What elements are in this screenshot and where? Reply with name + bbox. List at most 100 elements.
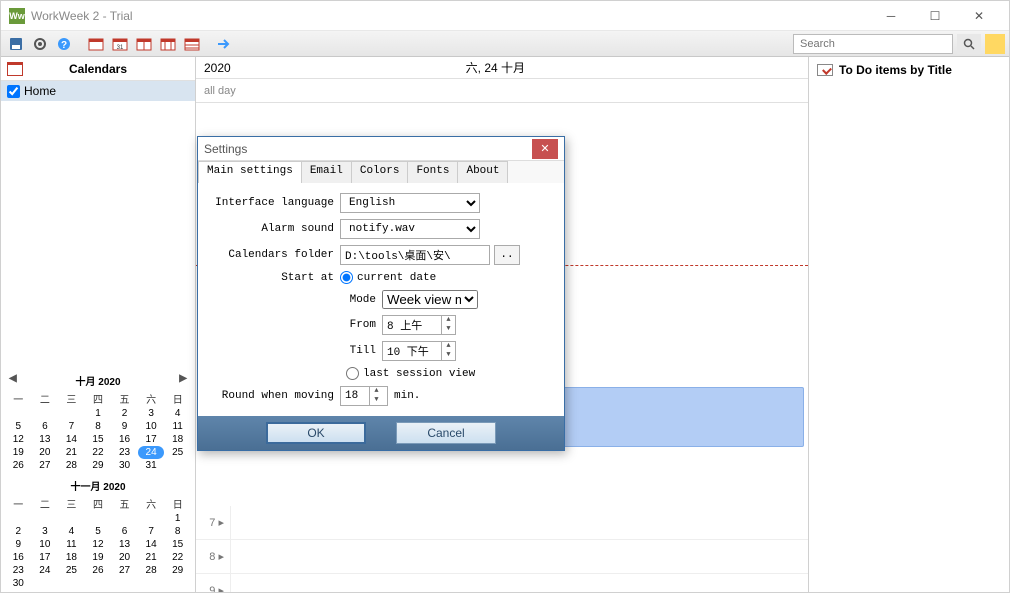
hour-row[interactable]: 9 ▸ xyxy=(196,574,808,592)
round-up[interactable]: ▲ xyxy=(370,387,383,396)
day-cell[interactable]: 23 xyxy=(111,446,138,459)
day-cell[interactable]: 30 xyxy=(111,459,138,472)
tab-colors[interactable]: Colors xyxy=(351,161,409,183)
day-cell[interactable]: 27 xyxy=(32,459,59,472)
day-cell[interactable] xyxy=(111,512,138,525)
day-cell[interactable]: 29 xyxy=(164,564,191,577)
day-cell[interactable]: 9 xyxy=(5,538,32,551)
mode-select[interactable]: Week view mo xyxy=(382,290,478,309)
current-date-radio[interactable] xyxy=(340,271,353,284)
hour-row[interactable]: 8 ▸ xyxy=(196,540,808,574)
day-cell[interactable]: 28 xyxy=(58,459,85,472)
day-cell[interactable] xyxy=(138,512,165,525)
day-cell[interactable]: 12 xyxy=(85,538,112,551)
day-cell[interactable] xyxy=(58,577,85,590)
day-cell[interactable] xyxy=(85,577,112,590)
tab-fonts[interactable]: Fonts xyxy=(407,161,458,183)
day-cell[interactable]: 12 xyxy=(5,433,32,446)
tab-about[interactable]: About xyxy=(457,161,508,183)
day-cell[interactable]: 22 xyxy=(164,551,191,564)
day-cell[interactable]: 23 xyxy=(5,564,32,577)
round-down[interactable]: ▼ xyxy=(370,396,383,405)
day-cell[interactable] xyxy=(111,577,138,590)
day-cell[interactable]: 19 xyxy=(5,446,32,459)
calendar-31-icon[interactable]: 31 xyxy=(109,33,131,55)
day-cell[interactable]: 25 xyxy=(164,446,191,459)
day-cell[interactable]: 31 xyxy=(138,459,165,472)
close-button[interactable]: ✕ xyxy=(957,2,1001,30)
browse-button[interactable]: .. xyxy=(494,245,520,265)
day-cell[interactable]: 6 xyxy=(32,420,59,433)
day-cell[interactable]: 11 xyxy=(58,538,85,551)
day-cell[interactable]: 10 xyxy=(32,538,59,551)
day-cell[interactable]: 11 xyxy=(164,420,191,433)
day-cell[interactable]: 3 xyxy=(138,407,165,420)
save-icon[interactable] xyxy=(5,33,27,55)
calendar-today-icon[interactable] xyxy=(85,33,107,55)
day-cell[interactable] xyxy=(5,512,32,525)
day-cell[interactable]: 2 xyxy=(111,407,138,420)
day-cell[interactable]: 4 xyxy=(58,525,85,538)
day-cell[interactable]: 3 xyxy=(32,525,59,538)
day-cell[interactable]: 27 xyxy=(111,564,138,577)
day-cell[interactable]: 13 xyxy=(32,433,59,446)
day-cell[interactable]: 10 xyxy=(138,420,165,433)
day-cell[interactable]: 29 xyxy=(85,459,112,472)
arrow-right-icon[interactable] xyxy=(213,33,235,55)
day-cell[interactable]: 26 xyxy=(85,564,112,577)
last-session-radio[interactable] xyxy=(346,367,359,380)
language-select[interactable]: English xyxy=(340,193,480,213)
folder-input[interactable] xyxy=(340,245,490,265)
day-cell[interactable]: 5 xyxy=(85,525,112,538)
help-icon[interactable]: ? xyxy=(53,33,75,55)
from-down[interactable]: ▼ xyxy=(442,325,455,334)
round-input[interactable] xyxy=(341,387,369,405)
day-cell[interactable]: 20 xyxy=(32,446,59,459)
maximize-button[interactable]: ☐ xyxy=(913,2,957,30)
day-cell[interactable]: 28 xyxy=(138,564,165,577)
day-cell[interactable]: 17 xyxy=(138,433,165,446)
day-cell[interactable]: 19 xyxy=(85,551,112,564)
search-input[interactable] xyxy=(794,38,952,50)
day-cell[interactable] xyxy=(32,407,59,420)
minimize-button[interactable]: ─ xyxy=(869,2,913,30)
day-cell[interactable]: 24 xyxy=(32,564,59,577)
till-input[interactable] xyxy=(383,342,441,360)
day-cell[interactable] xyxy=(58,407,85,420)
day-cell[interactable] xyxy=(164,577,191,590)
from-input[interactable] xyxy=(383,316,441,334)
till-up[interactable]: ▲ xyxy=(442,342,455,351)
settings-icon[interactable] xyxy=(29,33,51,55)
day-cell[interactable]: 8 xyxy=(164,525,191,538)
day-cell[interactable]: 15 xyxy=(164,538,191,551)
day-cell[interactable] xyxy=(32,577,59,590)
day-cell[interactable] xyxy=(58,512,85,525)
search-button[interactable] xyxy=(957,34,981,54)
dialog-close-button[interactable]: ✕ xyxy=(532,139,558,159)
day-cell[interactable]: 21 xyxy=(58,446,85,459)
from-up[interactable]: ▲ xyxy=(442,316,455,325)
till-down[interactable]: ▼ xyxy=(442,351,455,360)
calendar-item[interactable]: Home xyxy=(1,81,195,101)
day-cell[interactable] xyxy=(5,407,32,420)
day-cell[interactable]: 2 xyxy=(5,525,32,538)
day-cell[interactable] xyxy=(85,512,112,525)
day-cell[interactable]: 18 xyxy=(164,433,191,446)
day-cell[interactable] xyxy=(138,577,165,590)
day-cell[interactable]: 14 xyxy=(58,433,85,446)
day-cell[interactable] xyxy=(164,459,191,472)
day-cell[interactable]: 26 xyxy=(5,459,32,472)
day-cell[interactable]: 9 xyxy=(111,420,138,433)
day-cell[interactable]: 7 xyxy=(58,420,85,433)
sticky-note-icon[interactable] xyxy=(985,34,1005,54)
day-cell[interactable]: 24 xyxy=(138,446,165,459)
day-cell[interactable]: 1 xyxy=(164,512,191,525)
cancel-button[interactable]: Cancel xyxy=(396,422,496,444)
calendar-view2-icon[interactable] xyxy=(157,33,179,55)
calendar-month-icon[interactable] xyxy=(181,33,203,55)
prev-month-icon[interactable]: ◀ xyxy=(9,373,17,384)
day-cell[interactable]: 14 xyxy=(138,538,165,551)
day-cell[interactable]: 7 xyxy=(138,525,165,538)
day-cell[interactable]: 22 xyxy=(85,446,112,459)
day-cell[interactable]: 15 xyxy=(85,433,112,446)
